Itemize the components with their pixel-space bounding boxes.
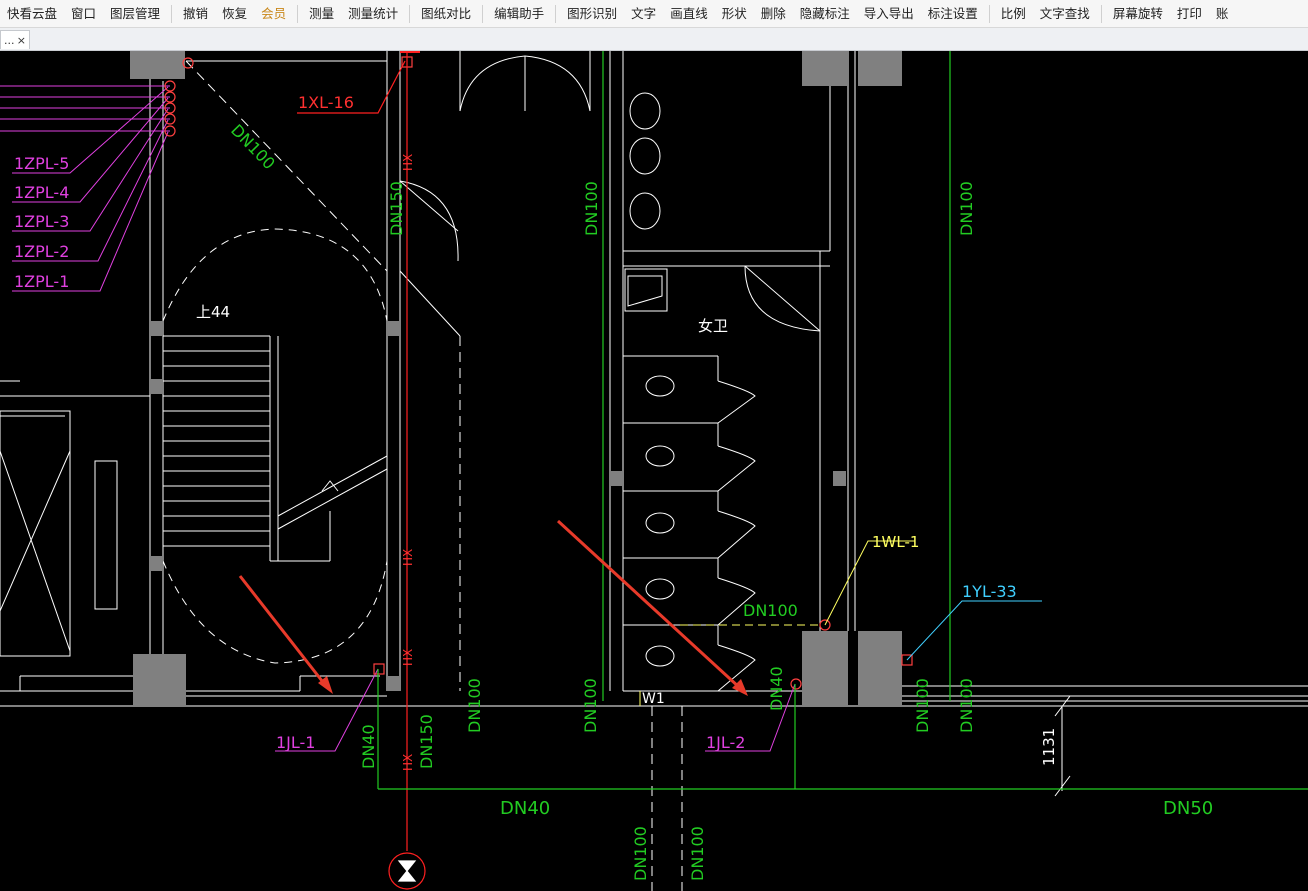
label-dn100-low3: DN100 — [913, 678, 932, 733]
toolbar-separator — [171, 4, 173, 23]
toolbar-item-6[interactable]: 测量 — [302, 0, 341, 27]
toolbar-item-7[interactable]: 测量统计 — [341, 0, 405, 27]
label-yl33: 1YL-33 — [962, 582, 1017, 601]
toolbar-item-11[interactable]: 文字 — [624, 0, 663, 27]
toolbar-item-21[interactable]: 打印 — [1170, 0, 1209, 27]
label-dn100-h: DN100 — [743, 601, 798, 620]
document-tab-bar: ... × — [0, 28, 1308, 51]
label-dn50-h: DN50 — [1163, 798, 1213, 819]
toolbar-separator — [409, 4, 411, 23]
toolbar-separator — [482, 4, 484, 23]
label-hx-4: HX — [401, 754, 415, 771]
document-tab[interactable]: ... × — [0, 30, 30, 49]
toolbar-item-16[interactable]: 导入导出 — [857, 0, 921, 27]
label-dn100-low1: DN100 — [465, 678, 484, 733]
label-dn100-v2: DN100 — [957, 181, 976, 236]
toolbar-item-19[interactable]: 文字查找 — [1033, 0, 1097, 27]
toolbar-separator — [297, 4, 299, 23]
toolbar-item-2[interactable]: 图层管理 — [103, 0, 167, 27]
label-jl2: 1JL-2 — [706, 733, 745, 752]
toolbar-item-5[interactable]: 会员 — [254, 0, 293, 27]
main-toolbar: 快看云盘 窗口 图层管理 撤销 恢复 会员 测量 测量统计 图纸对比 编辑助手 图形识别 文字 画直线形… — [0, 0, 1308, 28]
toolbar-item-13[interactable]: 形状 — [715, 0, 754, 27]
label-zpl2: 1ZPL-2 — [14, 242, 69, 261]
label-dn40-h: DN40 — [500, 798, 550, 819]
label-zpl3: 1ZPL-3 — [14, 212, 69, 231]
label-zpl5: 1ZPL-5 — [14, 154, 69, 173]
toolbar-item-20[interactable]: 屏幕旋转 — [1106, 0, 1170, 27]
toolbar-item-3[interactable]: 撤销 — [176, 0, 215, 27]
toolbar-item-22[interactable]: 账 — [1209, 0, 1236, 27]
toolbar-item-4[interactable]: 恢复 — [215, 0, 254, 27]
document-tab-label: ... — [4, 33, 15, 47]
label-dn100-diag: DN100 — [227, 121, 279, 174]
label-dn40-v: DN40 — [767, 666, 786, 711]
label-hx-3: HX — [401, 649, 415, 666]
walls — [0, 51, 1308, 891]
toolbar-item-15[interactable]: 隐藏标注 — [793, 0, 857, 27]
label-dn100-low4: DN100 — [957, 678, 976, 733]
label-dn100-v1: DN100 — [582, 181, 601, 236]
label-dn100-bot1: DN100 — [631, 826, 650, 881]
label-dn100-bot2: DN100 — [688, 826, 707, 881]
annotation-arrows — [238, 519, 748, 696]
label-w1: W1 — [642, 691, 665, 707]
zpl-pipe-symbols — [164, 56, 913, 690]
toolbar-item-14[interactable]: 删除 — [754, 0, 793, 27]
cyan-leader — [906, 600, 1042, 661]
label-jl1: 1JL-1 — [276, 733, 315, 752]
toolbar-item-9[interactable]: 编辑助手 — [487, 0, 551, 27]
toolbar-item-12[interactable]: 画直线 — [663, 0, 715, 27]
label-zpl1: 1ZPL-1 — [14, 272, 69, 291]
label-dim-1131: 1131 — [1040, 728, 1058, 766]
label-hx-2: HX — [401, 549, 415, 566]
label-dn150-low: DN150 — [417, 714, 436, 769]
label-dn40-low: DN40 — [359, 724, 378, 769]
toolbar-item-17[interactable]: 标注设置 — [921, 0, 985, 27]
toolbar-separator — [555, 4, 557, 23]
label-nvwei: 女卫 — [698, 317, 728, 335]
cad-labels: 1XL-16 1ZPL-5 1ZPL-4 1ZPL-3 1ZPL-2 1ZPL-… — [14, 93, 1213, 881]
toolbar-item-0[interactable]: 快看云盘 — [0, 0, 64, 27]
toolbar-item-8[interactable]: 图纸对比 — [414, 0, 478, 27]
close-icon[interactable]: × — [17, 31, 26, 50]
toolbar-item-1[interactable]: 窗口 — [64, 0, 103, 27]
label-zpl4: 1ZPL-4 — [14, 183, 69, 202]
label-xl16: 1XL-16 — [298, 93, 354, 112]
label-wl1: 1WL-1 — [872, 533, 919, 551]
label-dn150-top: DN150 — [387, 181, 406, 236]
toolbar-separator — [988, 4, 990, 23]
toolbar-separator — [1100, 4, 1102, 23]
label-dn100-low2: DN100 — [581, 678, 600, 733]
toolbar-item-10[interactable]: 图形识别 — [560, 0, 624, 27]
label-hx-1: HX — [401, 154, 415, 171]
drawing-canvas[interactable]: 1XL-16 1ZPL-5 1ZPL-4 1ZPL-3 1ZPL-2 1ZPL-… — [0, 51, 1308, 891]
label-up44: 上44 — [196, 303, 230, 321]
toolbar-item-18[interactable]: 比例 — [994, 0, 1033, 27]
cad-drawing: 1XL-16 1ZPL-5 1ZPL-4 1ZPL-3 1ZPL-2 1ZPL-… — [0, 51, 1308, 891]
